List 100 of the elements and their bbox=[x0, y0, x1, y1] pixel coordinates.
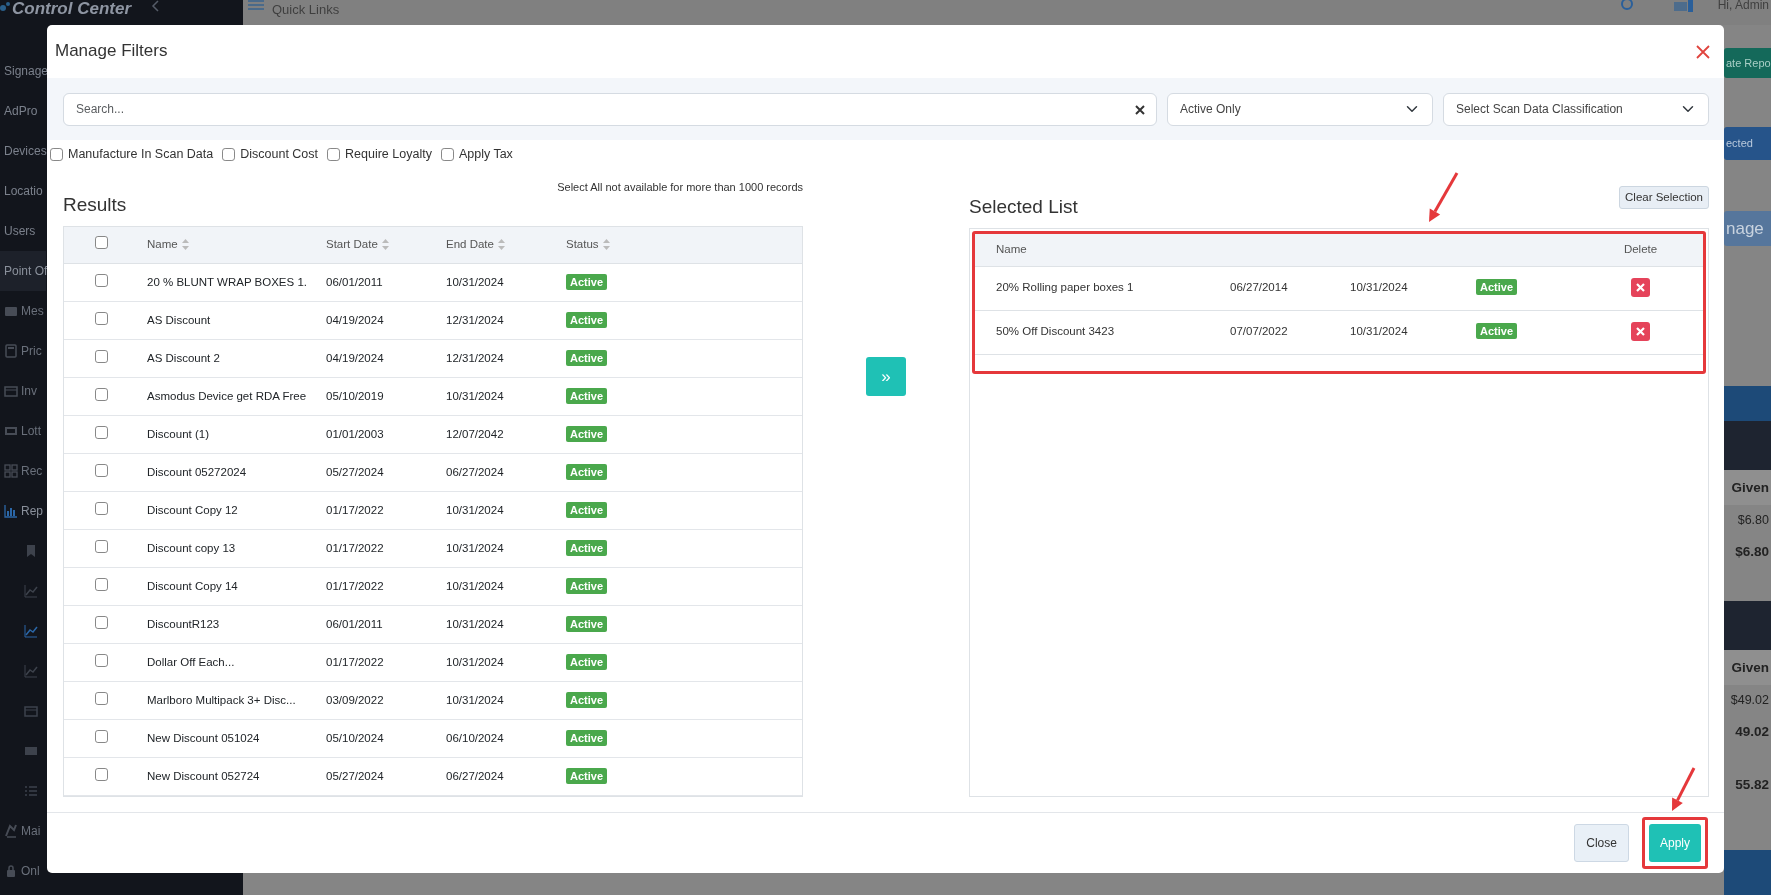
classification-select[interactable]: Select Scan Data Classification bbox=[1443, 92, 1709, 126]
discount-link[interactable]: Discount Copy 12 bbox=[147, 503, 238, 516]
table-title-bar bbox=[1724, 421, 1771, 470]
checkbox[interactable] bbox=[327, 147, 341, 161]
discount-link[interactable]: Asmodus Device get RDA Free bbox=[147, 389, 307, 402]
rectangle-icon[interactable] bbox=[24, 744, 38, 758]
discount-link[interactable]: Marlboro Multipack 3+ Disc... bbox=[147, 693, 296, 706]
discount-link[interactable]: Discount copy 13 bbox=[147, 541, 236, 554]
date-link[interactable]: 12/31/2024 bbox=[446, 351, 504, 364]
row-checkbox[interactable] bbox=[95, 273, 108, 287]
report-button[interactable]: ected bbox=[1724, 127, 1771, 160]
row-checkbox[interactable] bbox=[95, 539, 108, 553]
status-select[interactable]: Active Only bbox=[1167, 92, 1433, 126]
checkbox[interactable] bbox=[222, 147, 236, 161]
row-checkbox[interactable] bbox=[95, 463, 108, 477]
chevron-left-icon[interactable] bbox=[151, 0, 161, 12]
close-button[interactable]: Close bbox=[1574, 824, 1629, 862]
row-checkbox[interactable] bbox=[95, 615, 108, 629]
row-checkbox[interactable] bbox=[95, 729, 108, 743]
date-link[interactable]: 05/10/2019 bbox=[326, 389, 384, 402]
discount-link[interactable]: AS Discount 2 bbox=[147, 351, 220, 364]
date-link[interactable]: 10/31/2024 bbox=[446, 503, 504, 516]
date-link[interactable]: 10/31/2024 bbox=[446, 275, 504, 288]
sidebar-item[interactable]: AdPro bbox=[0, 91, 46, 131]
row-checkbox[interactable] bbox=[95, 501, 108, 515]
date-link[interactable]: 06/27/2024 bbox=[446, 465, 504, 478]
footer-bar bbox=[1724, 850, 1771, 895]
date-link[interactable]: 05/10/2024 bbox=[326, 731, 384, 744]
checkbox[interactable] bbox=[50, 147, 63, 161]
delete-button[interactable] bbox=[1631, 322, 1650, 342]
discount-link[interactable]: Dollar Off Each... bbox=[147, 655, 235, 668]
line-chart-icon[interactable] bbox=[24, 624, 38, 638]
delete-button[interactable] bbox=[1631, 278, 1650, 298]
date-link[interactable]: 10/31/2024 bbox=[446, 655, 504, 668]
discount-link[interactable]: Discount 05272024 bbox=[147, 465, 247, 478]
discount-link[interactable]: DiscountR123 bbox=[147, 617, 220, 630]
checkbox[interactable] bbox=[440, 147, 454, 161]
row-checkbox[interactable] bbox=[95, 691, 108, 705]
sidebar-item[interactable]: Signage bbox=[0, 51, 46, 91]
date-link[interactable]: 10/31/2024 bbox=[446, 389, 504, 402]
date-link[interactable]: 06/27/2024 bbox=[446, 769, 504, 782]
sidebar-item[interactable]: Point Of bbox=[0, 251, 46, 291]
sidebar-item[interactable]: Rep bbox=[0, 491, 46, 531]
row-checkbox[interactable] bbox=[95, 767, 108, 781]
date-link[interactable]: 10/31/2024 bbox=[446, 579, 504, 592]
sidebar-item[interactable]: Devices bbox=[0, 131, 46, 171]
discount-link[interactable]: Discount Copy 14 bbox=[147, 579, 238, 592]
line-chart-icon[interactable] bbox=[24, 664, 38, 678]
date-link[interactable]: 12/07/2042 bbox=[446, 427, 504, 440]
date-link[interactable]: 05/27/2024 bbox=[326, 465, 384, 478]
discount-link[interactable]: 20 % BLUNT WRAP BOXES 1. bbox=[147, 275, 307, 288]
close-button[interactable] bbox=[1696, 44, 1710, 59]
date-link[interactable]: 01/01/2003 bbox=[326, 427, 384, 440]
page-title: Quick Links bbox=[272, 1, 340, 19]
date-link[interactable]: 10/31/2024 bbox=[446, 693, 504, 706]
date-link[interactable]: 04/19/2024 bbox=[326, 351, 384, 364]
date-link[interactable]: 10/31/2024 bbox=[446, 541, 504, 554]
logo-icon bbox=[0, 0, 10, 14]
date-link[interactable]: 10/31/2024 bbox=[446, 617, 504, 630]
row-checkbox[interactable] bbox=[95, 577, 108, 591]
sidebar-item[interactable]: Onl bbox=[0, 851, 46, 891]
sidebar-item[interactable]: Lott bbox=[0, 411, 46, 451]
status-badge: Active bbox=[566, 387, 608, 404]
row-checkbox[interactable] bbox=[95, 425, 108, 439]
bookmark-icon[interactable] bbox=[24, 544, 38, 558]
date-link[interactable]: 04/19/2024 bbox=[326, 313, 384, 326]
sidebar-item[interactable]: Mai bbox=[0, 811, 46, 851]
search-field[interactable]: Search... bbox=[63, 92, 1157, 126]
date-link[interactable]: 06/01/2011 bbox=[326, 617, 383, 630]
date-link[interactable]: 06/01/2011 bbox=[326, 275, 383, 288]
line-chart-icon[interactable] bbox=[24, 584, 38, 598]
date-link[interactable]: 06/10/2024 bbox=[446, 731, 504, 744]
sidebar-item[interactable]: Rec bbox=[0, 451, 46, 491]
row-checkbox[interactable] bbox=[95, 387, 108, 401]
sidebar-item[interactable]: Locatio bbox=[0, 171, 46, 211]
clear-selection-button[interactable]: Clear Selection bbox=[1619, 186, 1709, 210]
discount-link[interactable]: AS Discount bbox=[147, 313, 211, 326]
date-link[interactable]: 01/17/2022 bbox=[326, 503, 384, 516]
discount-link[interactable]: New Discount 052724 bbox=[147, 769, 260, 782]
date-link[interactable]: 05/27/2024 bbox=[326, 769, 384, 782]
x-icon bbox=[1636, 283, 1645, 293]
select-all-checkbox[interactable] bbox=[95, 236, 108, 250]
sidebar-item[interactable]: Mes bbox=[0, 291, 46, 331]
date-link[interactable]: 03/09/2022 bbox=[326, 693, 384, 706]
sidebar-item[interactable]: Pric bbox=[0, 331, 46, 371]
row-checkbox[interactable] bbox=[95, 653, 108, 667]
calendar-icon bbox=[4, 384, 18, 398]
discount-link[interactable]: New Discount 051024 bbox=[147, 731, 260, 744]
total-cell-text: 49.02 bbox=[1734, 723, 1770, 741]
report-button[interactable]: ate Repo bbox=[1724, 48, 1771, 78]
date-link[interactable]: 01/17/2022 bbox=[326, 655, 384, 668]
discount-link[interactable]: Discount (1) bbox=[147, 427, 209, 440]
clear-icon[interactable] bbox=[1135, 104, 1145, 115]
row-checkbox[interactable] bbox=[95, 311, 108, 325]
date-link[interactable]: 01/17/2022 bbox=[326, 541, 384, 554]
sidebar-item[interactable]: Users bbox=[0, 211, 46, 251]
date-link[interactable]: 01/17/2022 bbox=[326, 579, 384, 592]
sidebar-item[interactable]: Inv bbox=[0, 371, 46, 411]
date-link[interactable]: 12/31/2024 bbox=[446, 313, 504, 326]
row-checkbox[interactable] bbox=[95, 349, 108, 363]
